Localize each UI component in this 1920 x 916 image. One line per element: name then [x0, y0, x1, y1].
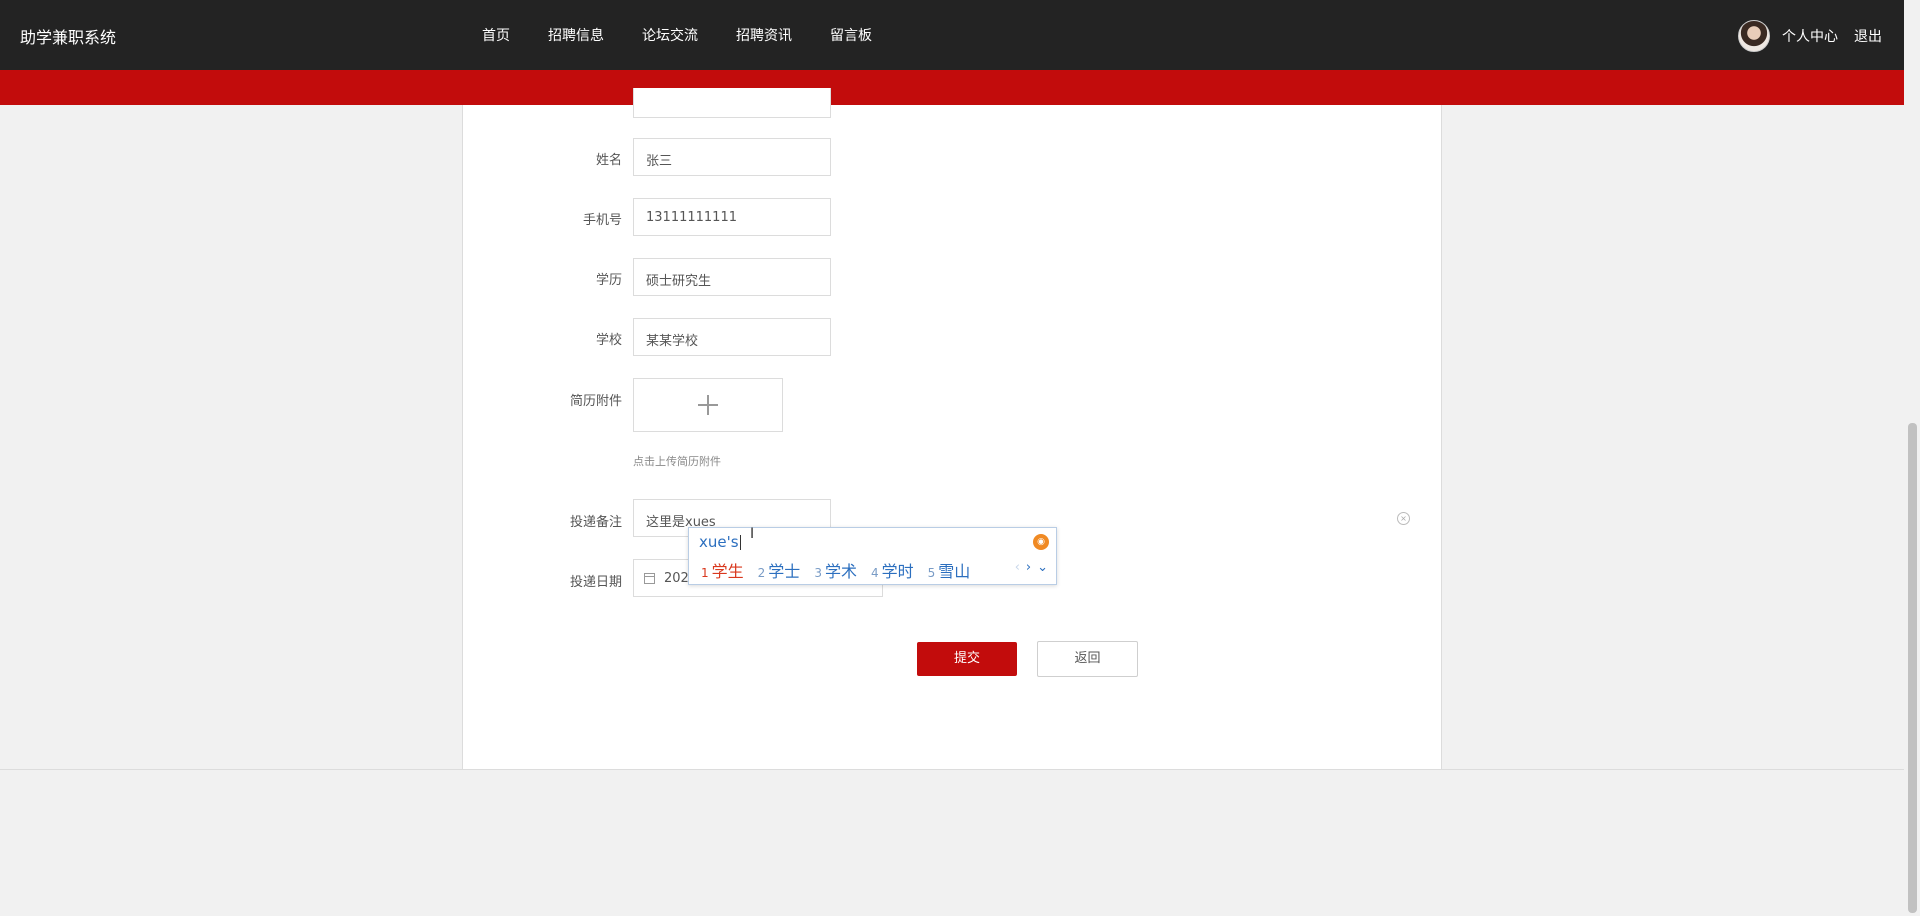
back-button[interactable]: 返回	[1037, 641, 1138, 677]
candidate-number: 2	[757, 566, 766, 580]
phone-label: 手机号	[582, 213, 622, 228]
ime-candidate[interactable]: 4 学时	[871, 558, 914, 582]
ime-candidate[interactable]: 3 学术	[814, 558, 857, 582]
nav-item-home[interactable]: 首页	[482, 25, 510, 45]
candidate-number: 5	[927, 566, 936, 580]
ime-candidate[interactable]: 2 学士	[758, 558, 801, 582]
ime-page-nav: ‹ › ⌄	[1009, 560, 1048, 575]
ime-candidate-list: 1 学生 2 学士 3 学术 4 学时 5 雪山	[701, 558, 984, 582]
nav-item-forum[interactable]: 论坛交流	[642, 25, 698, 45]
name-input[interactable]: 张三	[633, 138, 831, 176]
resume-label: 简历附件	[569, 394, 622, 409]
remark-label: 投递备注	[569, 515, 622, 530]
scrolled-input-field[interactable]	[633, 88, 831, 118]
user-area: 个人中心 退出	[1738, 20, 1882, 52]
plus-icon	[634, 379, 782, 431]
site-brand[interactable]: 助学兼职系统	[20, 24, 116, 48]
ime-candidate[interactable]: 5 雪山	[928, 558, 971, 582]
ime-logo-icon[interactable]: ◉	[1033, 534, 1049, 550]
calendar-icon	[644, 573, 655, 584]
date-label: 投递日期	[569, 575, 622, 590]
school-input[interactable]: 某某学校	[633, 318, 831, 356]
banner-strip	[0, 70, 1904, 105]
candidate-word: 学时	[881, 562, 914, 581]
main-nav: 首页 招聘信息 论坛交流 招聘资讯 留言板	[482, 25, 910, 45]
ime-expand-icon[interactable]: ⌄	[1037, 560, 1048, 575]
education-label: 学历	[595, 273, 622, 288]
school-label: 学校	[595, 333, 622, 348]
resume-upload-button[interactable]	[633, 378, 783, 432]
ime-next-page-icon[interactable]: ›	[1026, 560, 1031, 575]
candidate-word: 学士	[768, 562, 801, 581]
candidate-number: 1	[701, 566, 709, 580]
nav-item-messages[interactable]: 留言板	[830, 25, 872, 45]
ime-candidate-popup: xue's ◉ 1 学生 2 学士 3 学术 4 学时 5 雪山 ‹ › ⌄	[688, 527, 1057, 585]
nav-item-news[interactable]: 招聘资讯	[736, 25, 792, 45]
ime-caret	[739, 535, 741, 550]
scrollbar-thumb[interactable]	[1908, 423, 1917, 913]
resume-upload-hint: 点击上传简历附件	[633, 455, 721, 468]
avatar[interactable]	[1738, 20, 1770, 52]
ime-composition-text: xue's	[699, 533, 739, 551]
ime-candidate[interactable]: 1 学生	[701, 558, 744, 582]
candidate-word: 雪山	[938, 562, 971, 581]
clear-icon[interactable]: ×	[1397, 512, 1410, 525]
ime-composition: xue's	[699, 533, 741, 551]
footer-divider	[0, 769, 1904, 770]
candidate-word: 学生	[711, 562, 744, 581]
page-scrollbar[interactable]	[1904, 0, 1920, 916]
candidate-number: 4	[870, 566, 879, 580]
candidate-word: 学术	[824, 562, 857, 581]
education-input[interactable]: 硕士研究生	[633, 258, 831, 296]
candidate-number: 3	[814, 566, 822, 580]
logout-link[interactable]: 退出	[1854, 26, 1882, 46]
user-center-link[interactable]: 个人中心	[1782, 26, 1838, 46]
submit-button[interactable]: 提交	[917, 642, 1017, 676]
nav-item-jobs[interactable]: 招聘信息	[548, 25, 604, 45]
name-label: 姓名	[595, 153, 622, 168]
text-cursor-icon: I	[750, 526, 755, 542]
ime-prev-page-icon[interactable]: ‹	[1015, 560, 1020, 575]
phone-input[interactable]: 13111111111	[633, 198, 831, 236]
top-navbar: 助学兼职系统 首页 招聘信息 论坛交流 招聘资讯 留言板 个人中心 退出	[0, 0, 1904, 70]
